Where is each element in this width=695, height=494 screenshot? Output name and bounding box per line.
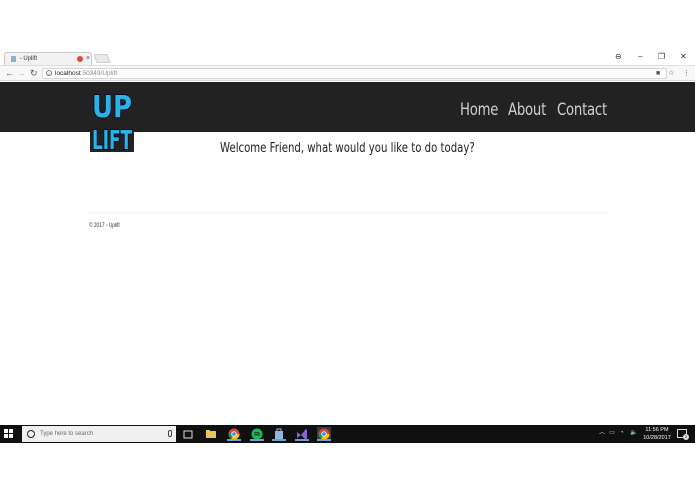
browser-tab-bar: - Uplift × ⊖ – ❐ ✕ — [0, 50, 695, 65]
clock-date: 10/28/2017 — [643, 435, 671, 441]
tab-close-icon[interactable]: × — [86, 53, 90, 65]
chrome-icon[interactable] — [227, 427, 241, 441]
footer-copyright: © 2017 - Uplift — [89, 223, 120, 229]
nav-link-about[interactable]: About — [508, 100, 546, 120]
camera-icon[interactable]: ■ — [656, 69, 660, 78]
welcome-message: Welcome Friend, what would you like to d… — [220, 141, 475, 156]
forward-icon[interactable]: → — [17, 68, 26, 79]
notification-badge: 2 — [683, 434, 689, 440]
microphone-icon[interactable] — [168, 430, 172, 437]
spotify-icon[interactable] — [250, 427, 264, 441]
browser-tab[interactable]: - Uplift × — [4, 52, 92, 65]
visual-studio-icon[interactable] — [295, 427, 309, 441]
taskbar-search-input[interactable]: Type here to search — [22, 426, 176, 442]
site-info-icon[interactable]: i — [46, 70, 52, 76]
bookmark-star-icon[interactable]: ☆ — [668, 69, 674, 78]
close-window-button[interactable]: ✕ — [680, 53, 687, 61]
chrome-active-icon[interactable] — [317, 427, 331, 441]
new-tab-button[interactable] — [93, 54, 111, 63]
url-input[interactable]: i localhost:50349/Uplift — [42, 68, 667, 79]
reload-icon[interactable]: ↻ — [30, 68, 38, 79]
cortana-icon — [27, 430, 35, 438]
menu-dots-icon[interactable]: ⋮ — [683, 69, 690, 78]
minimize-button[interactable]: – — [638, 53, 642, 61]
recording-indicator-icon — [77, 56, 83, 62]
task-view-icon[interactable] — [181, 427, 195, 441]
battery-icon[interactable]: ▭ — [609, 430, 615, 437]
network-icon[interactable]: ◔ — [620, 430, 624, 437]
maximize-button[interactable]: ❐ — [658, 53, 665, 61]
address-toolbar: ← → ↻ i localhost:50349/Uplift ■ ☆ ⋮ — [0, 65, 695, 81]
page-favicon-icon — [11, 56, 16, 62]
nav-link-home[interactable]: Home — [460, 100, 498, 120]
url-host: localhost — [55, 70, 81, 77]
search-placeholder: Type here to search — [40, 431, 94, 437]
volume-icon[interactable]: 🔈 — [630, 430, 637, 437]
profile-icon[interactable]: ⊖ — [615, 53, 622, 61]
tab-title: - Uplift — [19, 56, 38, 62]
tray-chevron-icon[interactable]: ︿ — [599, 430, 605, 437]
store-icon[interactable] — [272, 427, 286, 441]
start-button[interactable] — [4, 429, 14, 439]
back-icon[interactable]: ← — [5, 68, 14, 79]
footer-divider — [88, 212, 607, 213]
nav-link-contact[interactable]: Contact — [557, 100, 607, 120]
clock-time: 11:56 PM — [645, 427, 669, 433]
logo-top-text: UP — [92, 90, 132, 125]
url-path: :50349/Uplift — [80, 70, 118, 77]
windows-taskbar: Type here to search ︿ ▭ ◔ 🔈 11:56 PM 10/… — [0, 425, 695, 443]
notification-center-icon[interactable]: 2 — [677, 429, 689, 440]
file-explorer-icon[interactable] — [204, 427, 218, 441]
taskbar-clock[interactable]: 11:56 PM 10/28/2017 — [640, 426, 674, 442]
